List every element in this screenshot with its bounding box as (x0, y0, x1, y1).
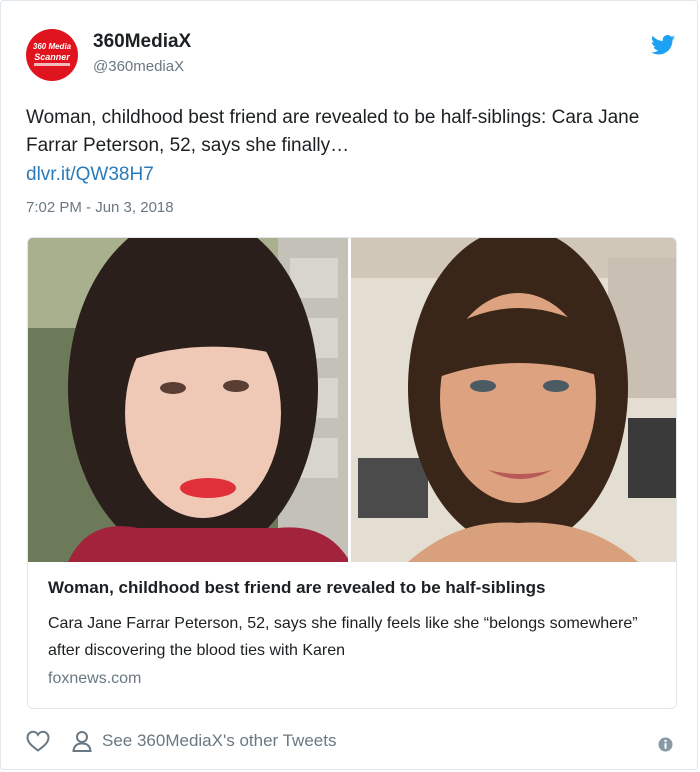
tweet-timestamp[interactable]: 7:02 PM - Jun 3, 2018 (26, 199, 174, 216)
avatar-logo-text-bottom: Scanner (34, 52, 70, 62)
avatar[interactable]: 360 Media Scanner (26, 29, 78, 81)
card-title[interactable]: Woman, childhood best friend are reveale… (48, 578, 546, 598)
card-domain: foxnews.com (48, 670, 142, 687)
tweet-text: Woman, childhood best friend are reveale… (26, 107, 640, 156)
link-card[interactable]: Woman, childhood best friend are reveale… (27, 237, 677, 709)
person-icon[interactable] (72, 730, 92, 752)
tweet-link[interactable]: dlvr.it/QW38H7 (26, 164, 154, 186)
embedded-tweet: 360 Media Scanner 360MediaX @360mediaX W… (0, 0, 698, 770)
heart-icon[interactable] (26, 730, 50, 752)
avatar-logo-strip (34, 63, 70, 66)
twitter-bird-icon[interactable] (651, 35, 675, 55)
author-handle[interactable]: @360mediaX (93, 58, 184, 75)
card-description: Cara Jane Farrar Peterson, 52, says she … (48, 615, 638, 659)
tweet-actions: See 360MediaX's other Tweets (26, 728, 676, 756)
see-other-tweets-link[interactable]: See 360MediaX's other Tweets (102, 731, 336, 751)
info-icon[interactable] (658, 737, 673, 752)
author-name[interactable]: 360MediaX (93, 31, 191, 53)
avatar-logo-text-top: 360 Media (32, 42, 72, 51)
card-photo[interactable] (28, 238, 676, 562)
